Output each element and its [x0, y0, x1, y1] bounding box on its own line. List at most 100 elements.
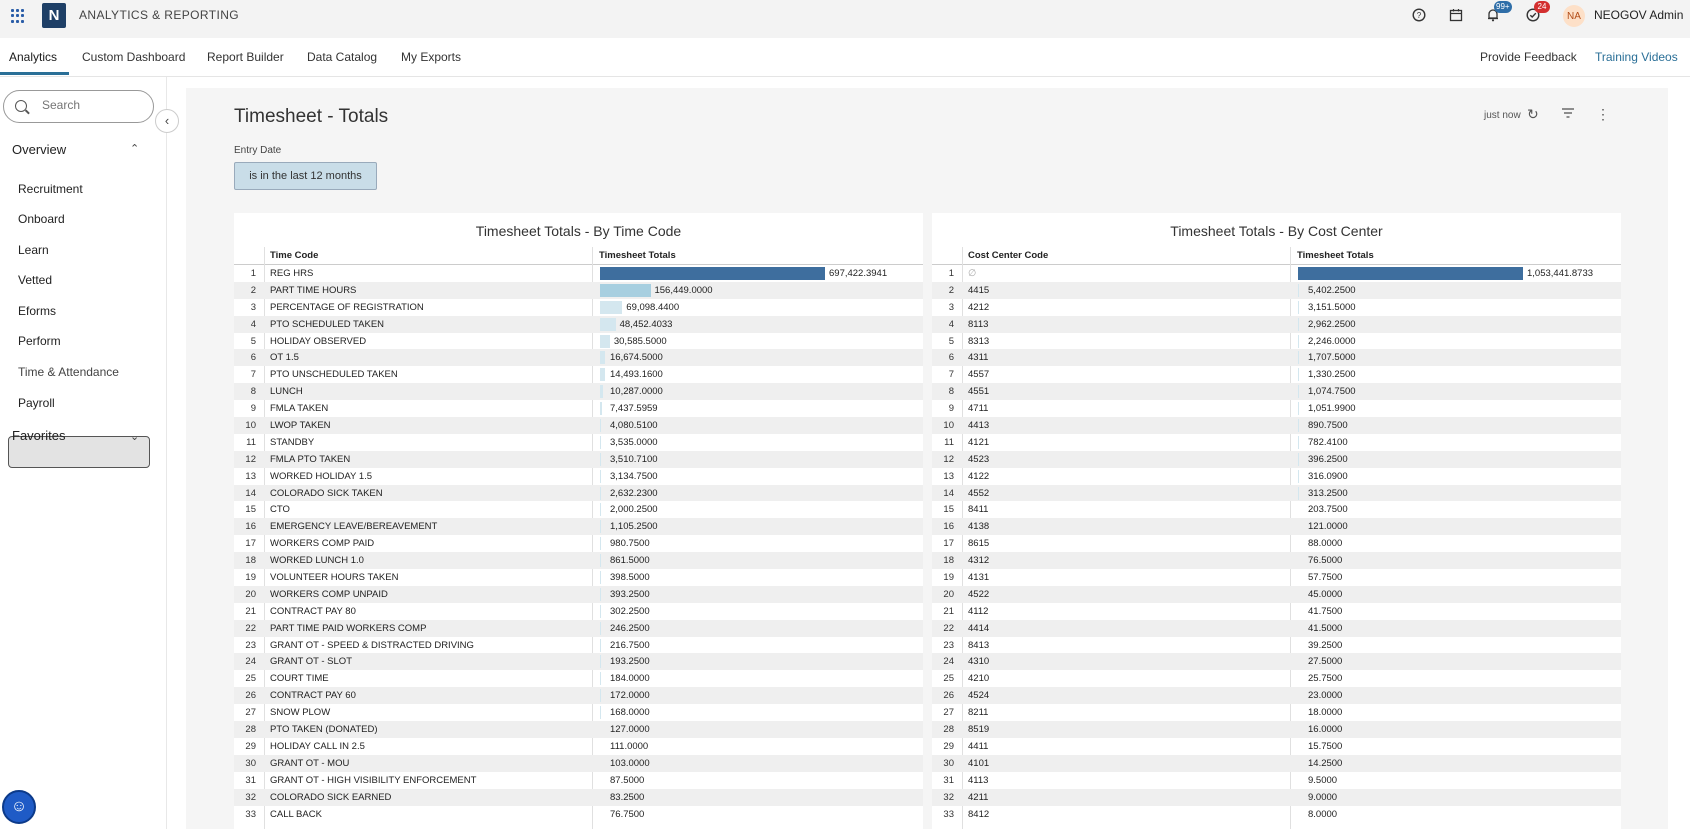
table-row[interactable]: 3 PERCENTAGE OF REGISTRATION 69,098.4400	[234, 299, 923, 316]
table-row[interactable]: 10 LWOP TAKEN 4,080.5100	[234, 417, 923, 434]
table-row[interactable]: 5 HOLIDAY OBSERVED 30,585.5000	[234, 333, 923, 350]
filter-icon[interactable]	[1561, 106, 1575, 123]
table-row[interactable]: 9 4711 1,051.9900	[932, 400, 1621, 417]
user-avatar[interactable]: NA	[1563, 5, 1585, 27]
column-header-timesheet-totals[interactable]: Timesheet Totals	[1297, 250, 1374, 261]
table-row[interactable]: 26 4524 23.0000	[932, 687, 1621, 705]
search-box[interactable]	[3, 90, 154, 123]
sidebar-item-onboard[interactable]: Onboard	[18, 212, 65, 226]
app-launcher-icon[interactable]	[11, 9, 25, 23]
table-row[interactable]: 22 PART TIME PAID WORKERS COMP 246.2500	[234, 619, 923, 637]
table-row[interactable]: 13 WORKED HOLIDAY 1.5 3,134.7500	[234, 468, 923, 485]
table-row[interactable]: 29 HOLIDAY CALL IN 2.5 111.0000	[234, 738, 923, 755]
table-row[interactable]: 9 FMLA TAKEN 7,437.5959	[234, 400, 923, 417]
table-row[interactable]: 7 PTO UNSCHEDULED TAKEN 14,493.1600	[234, 366, 923, 383]
sidebar-favorites[interactable]: Favorites	[12, 428, 65, 443]
sidebar-overview[interactable]: Overview	[12, 142, 66, 157]
neogov-logo[interactable]: N	[42, 3, 66, 28]
table-row[interactable]: 26 CONTRACT PAY 60 172.0000	[234, 687, 923, 705]
tab-analytics[interactable]: Analytics	[9, 50, 57, 64]
sidebar-item-vetted[interactable]: Vetted	[18, 273, 52, 287]
table-row[interactable]: 17 8615 88.0000	[932, 535, 1621, 552]
table-row[interactable]: 28 8519 16.0000	[932, 721, 1621, 738]
tasks-check-icon[interactable]: 24	[1524, 1, 1550, 26]
table-row[interactable]: 28 PTO TAKEN (DONATED) 127.0000	[234, 721, 923, 738]
table-row[interactable]: 27 8211 18.0000	[932, 704, 1621, 721]
table-row[interactable]: 24 4310 27.5000	[932, 653, 1621, 671]
chevron-up-icon[interactable]: ⌃	[130, 142, 139, 155]
table-row[interactable]: 19 4131 57.7500	[932, 569, 1621, 586]
table-row[interactable]: 16 4138 121.0000	[932, 518, 1621, 536]
table-row[interactable]: 20 WORKERS COMP UNPAID 393.2500	[234, 585, 923, 603]
more-options-icon[interactable]: ⋮	[1596, 106, 1610, 123]
tab-custom-dashboard[interactable]: Custom Dashboard	[82, 50, 185, 64]
table-row[interactable]: 21 CONTRACT PAY 80 302.2500	[234, 603, 923, 620]
table-row[interactable]: 8 4551 1,074.7500	[932, 383, 1621, 401]
table-row[interactable]: 33 8412 8.0000	[932, 806, 1621, 823]
table-row[interactable]: 16 EMERGENCY LEAVE/BEREAVEMENT 1,105.2500	[234, 518, 923, 536]
table-row[interactable]: 13 4122 316.0900	[932, 468, 1621, 485]
table-row[interactable]: 31 GRANT OT - HIGH VISIBILITY ENFORCEMENT…	[234, 772, 923, 789]
table-row[interactable]: 32 COLORADO SICK EARNED 83.2500	[234, 788, 923, 806]
table-row[interactable]: 15 8411 203.7500	[932, 501, 1621, 518]
table-row[interactable]: 25 4210 25.7500	[932, 670, 1621, 687]
training-videos-link[interactable]: Training Videos	[1595, 50, 1678, 64]
sidebar-item-time-attendance[interactable]: Time & Attendance	[18, 365, 119, 379]
table-row[interactable]: 31 4113 9.5000	[932, 772, 1621, 789]
collapse-sidebar-button[interactable]: ‹	[155, 109, 179, 133]
table-row[interactable]: 10 4413 890.7500	[932, 417, 1621, 434]
table-row[interactable]: 6 OT 1.5 16,674.5000	[234, 349, 923, 367]
table-row[interactable]: 20 4522 45.0000	[932, 585, 1621, 603]
column-header-cost-center-code[interactable]: Cost Center Code	[968, 250, 1048, 261]
table-row[interactable]: 12 FMLA PTO TAKEN 3,510.7100	[234, 450, 923, 468]
table-row[interactable]: 8 LUNCH 10,287.0000	[234, 383, 923, 401]
accessibility-icon[interactable]: ☺	[2, 790, 36, 824]
table-row[interactable]: 32 4211 9.0000	[932, 788, 1621, 806]
table-row[interactable]: 15 CTO 2,000.2500	[234, 501, 923, 518]
column-header-time-code[interactable]: Time Code	[270, 250, 318, 261]
entry-date-filter[interactable]: is in the last 12 months	[234, 162, 377, 190]
table-row[interactable]: 3 4212 3,151.5000	[932, 299, 1621, 316]
table-row[interactable]: 14 COLORADO SICK TAKEN 2,632.2300	[234, 484, 923, 502]
tab-my-exports[interactable]: My Exports	[401, 50, 461, 64]
sidebar-item-learn[interactable]: Learn	[18, 243, 49, 257]
table-row[interactable]: 24 GRANT OT - SLOT 193.2500	[234, 653, 923, 671]
provide-feedback-link[interactable]: Provide Feedback	[1480, 50, 1577, 64]
table-row[interactable]: 6 4311 1,707.5000	[932, 349, 1621, 367]
table-row[interactable]: 22 4414 41.5000	[932, 619, 1621, 637]
table-row[interactable]: 33 CALL BACK 76.7500	[234, 806, 923, 823]
search-input[interactable]	[42, 98, 142, 112]
table-row[interactable]: 21 4112 41.7500	[932, 603, 1621, 620]
sidebar-item-recruitment[interactable]: Recruitment	[18, 182, 83, 196]
table-row[interactable]: 23 GRANT OT - SPEED & DISTRACTED DRIVING 2…	[234, 637, 923, 654]
table-row[interactable]: 23 8413 39.2500	[932, 637, 1621, 654]
table-row[interactable]: 17 WORKERS COMP PAID 980.7500	[234, 535, 923, 552]
table-row[interactable]: 30 4101 14.2500	[932, 754, 1621, 772]
tab-report-builder[interactable]: Report Builder	[207, 50, 284, 64]
notifications-bell-icon[interactable]: 99+	[1484, 1, 1512, 26]
table-row[interactable]: 2 4415 5,402.2500	[932, 281, 1621, 299]
table-row[interactable]: 12 4523 396.2500	[932, 450, 1621, 468]
table-row[interactable]: 27 SNOW PLOW 168.0000	[234, 704, 923, 721]
sidebar-item-payroll[interactable]: Payroll	[18, 396, 55, 410]
column-header-timesheet-totals[interactable]: Timesheet Totals	[599, 250, 676, 261]
table-row[interactable]: 11 4121 782.4100	[932, 434, 1621, 451]
table-row[interactable]: 4 8113 2,962.2500	[932, 315, 1621, 333]
help-icon[interactable]: ?	[1410, 8, 1428, 26]
sidebar-item-eforms[interactable]: Eforms	[18, 304, 56, 318]
table-row[interactable]: 25 COURT TIME 184.0000	[234, 670, 923, 687]
table-row[interactable]: 4 PTO SCHEDULED TAKEN 48,452.4033	[234, 315, 923, 333]
table-row[interactable]: 29 4411 15.7500	[932, 738, 1621, 755]
table-row[interactable]: 18 4312 76.5000	[932, 552, 1621, 570]
table-row[interactable]: 7 4557 1,330.2500	[932, 366, 1621, 383]
table-row[interactable]: 2 PART TIME HOURS 156,449.0000	[234, 281, 923, 299]
refresh-icon[interactable]: ↻	[1527, 106, 1539, 123]
chevron-down-icon[interactable]: ⌄	[130, 430, 139, 443]
user-name[interactable]: NEOGOV Admin	[1594, 8, 1683, 22]
tab-data-catalog[interactable]: Data Catalog	[307, 50, 377, 64]
table-row[interactable]: 5 8313 2,246.0000	[932, 333, 1621, 350]
table-row[interactable]: 11 STANDBY 3,535.0000	[234, 434, 923, 451]
table-row[interactable]: 14 4552 313.2500	[932, 484, 1621, 502]
table-row[interactable]: 18 WORKED LUNCH 1.0 861.5000	[234, 552, 923, 570]
sidebar-item-perform[interactable]: Perform	[18, 334, 61, 348]
